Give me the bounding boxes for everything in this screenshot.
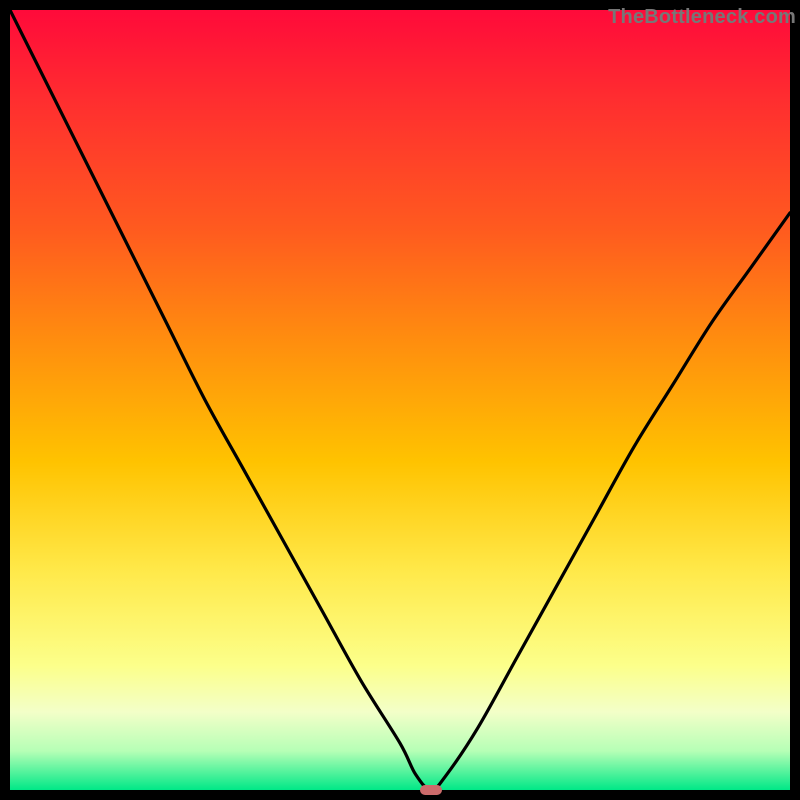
plot-area — [10, 10, 790, 790]
chart-root: TheBottleneck.com — [0, 0, 800, 800]
bottleneck-curve — [10, 10, 790, 790]
optimum-marker — [420, 785, 442, 795]
watermark-text: TheBottleneck.com — [608, 6, 796, 29]
